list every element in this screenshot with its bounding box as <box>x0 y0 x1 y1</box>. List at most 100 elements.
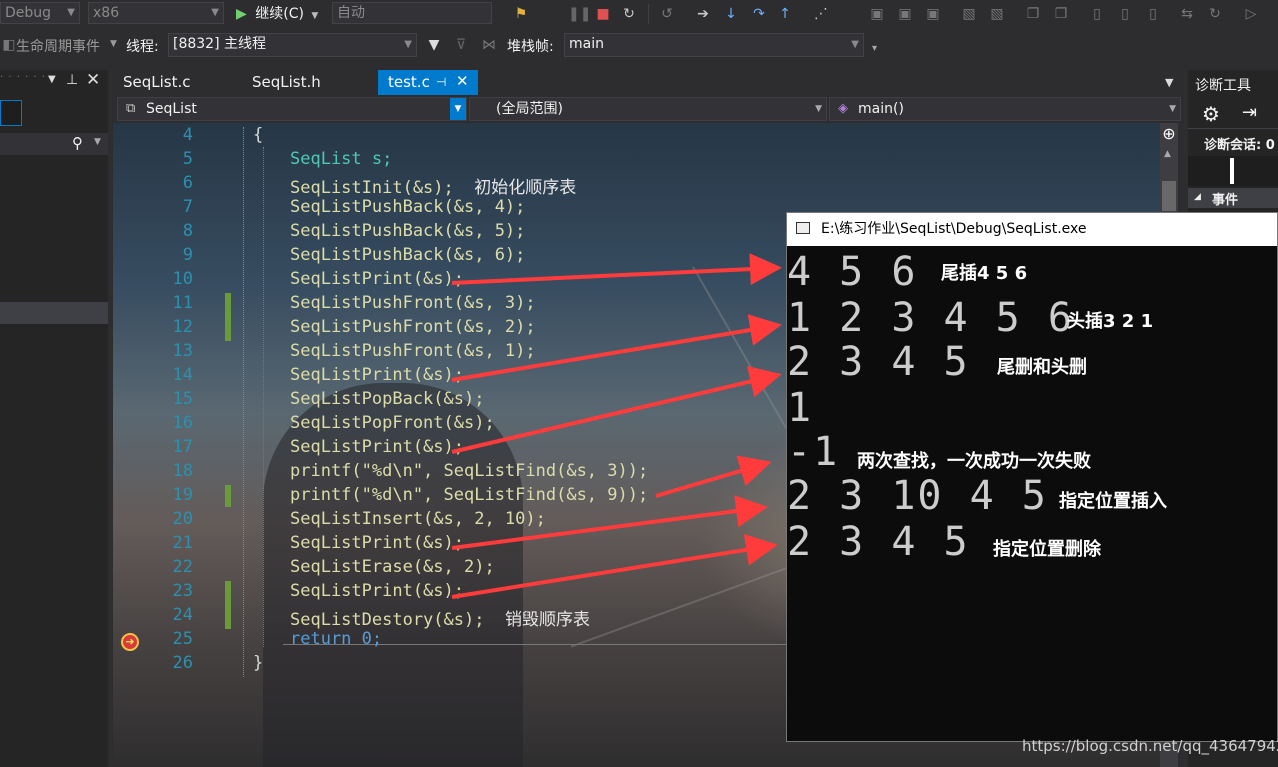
flag-threads-icon[interactable]: ⋈ <box>480 36 498 54</box>
filter-icon[interactable]: ▼ <box>425 36 443 54</box>
chevron-down-icon: ▼ <box>404 39 412 50</box>
file2-icon[interactable]: ▯ <box>1116 5 1134 23</box>
line-number: 17 <box>172 437 193 457</box>
panel-header: · · · · · · ▼ ⊥ ✕ <box>0 70 108 94</box>
redo-icon[interactable]: ↻ <box>1206 5 1224 23</box>
code-token: SeqList s; <box>290 149 393 169</box>
line-number: 7 <box>182 197 193 217</box>
code-token: SeqListDestory(&s); <box>290 610 485 630</box>
close-icon[interactable]: ✕ <box>86 70 100 90</box>
chevron-down-icon[interactable]: ▼ <box>48 74 56 85</box>
code-token: printf("%d\n", SeqListFind(&s, 9)); <box>290 485 649 505</box>
platform-value: x86 <box>93 5 120 21</box>
console-window[interactable]: E:\练习作业\SeqList\Debug\SeqList.exe 4 5 6 … <box>786 212 1278 742</box>
image2-icon[interactable]: ▧ <box>988 5 1006 23</box>
function-dropdown[interactable]: ◈ main() ▼ <box>829 97 1181 121</box>
code-token: SeqListInit(&s); <box>290 178 454 198</box>
panel-toggle[interactable] <box>0 100 22 126</box>
editor-tabs: SeqList.c SeqList.h test.c ⊣ ✕ ▼ <box>113 70 1185 95</box>
copy-icon[interactable]: ❐ <box>1024 5 1042 23</box>
step-over-icon[interactable]: ↷ <box>750 5 768 23</box>
undo-icon[interactable]: ⇆ <box>1178 5 1196 23</box>
console-title: E:\练习作业\SeqList\Debug\SeqList.exe <box>821 221 1087 237</box>
tab-seqlist-c[interactable]: SeqList.c <box>113 70 235 95</box>
continue-button[interactable]: ▶ 继续(C) ▼ <box>236 3 328 25</box>
code-line: SeqList s; <box>290 149 392 169</box>
current-statement-icon[interactable]: ➜ <box>121 633 139 651</box>
tab-label: test.c <box>388 73 430 91</box>
file-icon[interactable]: ▯ <box>1088 5 1106 23</box>
scroll-up-icon[interactable]: ▲ <box>1164 149 1171 159</box>
code-token: SeqListPushFront(&s, 2); <box>290 317 536 337</box>
console-output-line: 1 2 3 4 5 6 <box>787 295 1074 341</box>
chevron-down-icon: ▼ <box>211 7 219 18</box>
annotation-note: 指定位置插入 <box>1059 491 1167 512</box>
line-number: 10 <box>172 269 193 289</box>
code-line: SeqListDestory(&s); 销毁顺序表 <box>290 605 590 630</box>
tab-overflow-icon[interactable]: ▼ <box>1165 76 1173 89</box>
gear-icon[interactable]: ⚙ <box>1202 102 1220 126</box>
console-title-bar[interactable]: E:\练习作业\SeqList\Debug\SeqList.exe <box>787 213 1277 246</box>
line-number: 16 <box>172 413 193 433</box>
platform-dropdown[interactable]: x86 ▼ <box>88 2 224 24</box>
step-into-icon[interactable]: ↓ <box>722 5 740 23</box>
file3-icon[interactable]: ▯ <box>1144 5 1162 23</box>
scroll-thumb[interactable] <box>1162 181 1176 211</box>
hex-icon[interactable]: ⋰ <box>812 5 830 23</box>
code-token: SeqListPushFront(&s, 1); <box>290 341 536 361</box>
line-number: 13 <box>172 341 193 361</box>
breakpoint-icon[interactable]: ▣ <box>868 5 886 23</box>
watermark: https://blog.csdn.net/qq_43647942 <box>1022 737 1278 755</box>
events-header[interactable]: ◢ 事件 <box>1188 188 1278 208</box>
tab-label: SeqList.c <box>123 73 191 91</box>
refresh-icon[interactable]: ↺ <box>658 5 676 23</box>
scope-dropdown[interactable]: (全局范围) ▼ <box>469 97 827 121</box>
pin-icon[interactable]: ⊣ <box>436 70 446 94</box>
line-number: 23 <box>172 581 193 601</box>
run-icon[interactable]: ▷ <box>1242 5 1260 23</box>
annotation-note: 头插3 2 1 <box>1067 311 1154 332</box>
line-number: 18 <box>172 461 193 481</box>
search-box[interactable]: ⚲ ▼ <box>0 133 108 155</box>
toggle2-icon[interactable]: ▣ <box>924 5 942 23</box>
filter-clear-icon[interactable]: ⊽ <box>452 36 470 54</box>
stop-icon[interactable]: ■ <box>594 5 612 23</box>
auto-dropdown[interactable]: 自动 <box>332 2 492 24</box>
export-icon[interactable]: ⇥ <box>1242 102 1257 123</box>
pin-icon[interactable]: ⊥ <box>66 72 78 88</box>
code-line: SeqListPushBack(&s, 6); <box>290 245 525 265</box>
line-number: 21 <box>172 533 193 553</box>
lifecycle-events-button[interactable]: 生命周期事件 <box>16 36 100 56</box>
toggle-icon[interactable]: ▣ <box>896 5 914 23</box>
diagnostics-title: 诊断工具 <box>1195 78 1251 94</box>
show-next-statement-icon[interactable]: ➔ <box>694 5 712 23</box>
pause-icon[interactable]: ❚❚ <box>568 5 591 23</box>
close-icon[interactable]: ✕ <box>456 69 469 93</box>
tab-seqlist-h[interactable]: SeqList.h <box>242 70 364 95</box>
copy2-icon[interactable]: ❐ <box>1052 5 1070 23</box>
line-number: 11 <box>172 293 193 313</box>
scope-value: (全局范围) <box>496 101 563 117</box>
step-out-icon[interactable]: ↑ <box>776 5 794 23</box>
code-token: SeqListPushFront(&s, 3); <box>290 293 536 313</box>
selected-item[interactable] <box>0 302 108 324</box>
line-number: 12 <box>172 317 193 337</box>
code-line: SeqListPushBack(&s, 5); <box>290 221 525 241</box>
code-line: SeqListPrint(&s); <box>290 533 464 553</box>
stackframe-dropdown[interactable]: main ▼ <box>564 33 864 57</box>
split-icon[interactable]: ⊕ <box>1160 125 1178 143</box>
chevron-down-icon: ▼ <box>110 39 117 49</box>
console-app-icon <box>796 222 810 234</box>
line-number-gutter: 4 5 6 7 8 9 10 11 12 13 14 15 16 17 18 1… <box>113 123 231 767</box>
restart-icon[interactable]: ↻ <box>620 5 638 23</box>
tab-test-c[interactable]: test.c ⊣ ✕ <box>378 70 478 95</box>
overflow-icon[interactable]: ▾ <box>872 43 877 54</box>
image-icon[interactable]: ▧ <box>960 5 978 23</box>
console-output-line: 1 <box>787 385 814 431</box>
thread-dropdown[interactable]: [8832] 主线程 ▼ <box>168 33 417 57</box>
config-dropdown[interactable]: Debug ▼ <box>0 2 80 24</box>
process-icon[interactable]: ⚑ <box>512 5 530 23</box>
project-dropdown[interactable]: ⧉ SeqList ▼ <box>117 97 467 121</box>
divider <box>1188 128 1278 129</box>
code-token: SeqListPushBack(&s, 5); <box>290 221 526 241</box>
